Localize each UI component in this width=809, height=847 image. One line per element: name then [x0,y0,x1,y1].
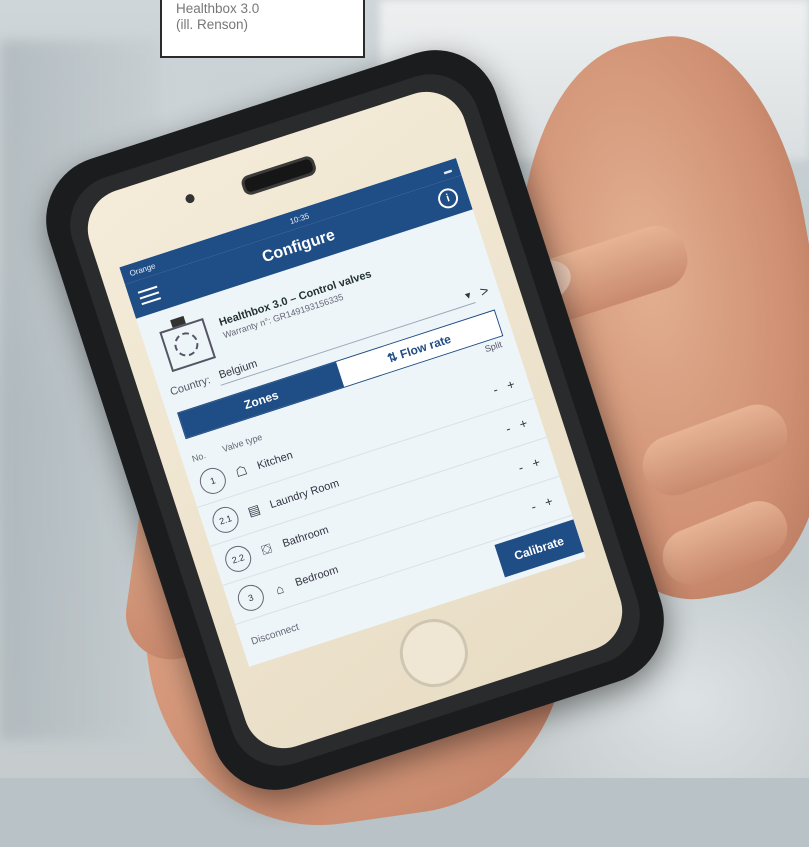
laundry-icon: ▤ [245,501,263,520]
caption-line-1: Healthbox 3.0 [176,1,260,16]
info-icon[interactable]: i [435,185,461,211]
plus-button[interactable]: + [539,492,559,511]
healthbox-icon [149,307,220,374]
country-value: Belgium [217,357,259,382]
dropdown-icon: ▾ [463,289,473,303]
image-caption: Healthbox 3.0 (ill. Renson) [160,0,365,58]
plus-button[interactable]: + [526,453,546,472]
chevron-right-icon[interactable]: > [478,282,491,300]
zone-number: 3 [234,581,268,615]
kitchen-icon: ☖ [233,462,250,481]
plus-button[interactable]: + [501,375,521,394]
plus-button[interactable]: + [513,414,533,433]
bedroom-icon: ⌂ [273,580,286,597]
battery-icon: ▬ [442,164,453,176]
clock: 10:35 [288,210,311,226]
hamburger-icon[interactable] [137,285,162,306]
bathroom-icon: ⛋ [259,540,274,558]
zone-number: 1 [196,464,230,498]
disconnect-link[interactable]: Disconnect [250,621,300,647]
zone-number: 2.1 [209,503,242,537]
country-label: Country: [168,374,212,399]
zone-number: 2.2 [221,542,255,576]
caption-line-2: (ill. Renson) [176,17,249,32]
